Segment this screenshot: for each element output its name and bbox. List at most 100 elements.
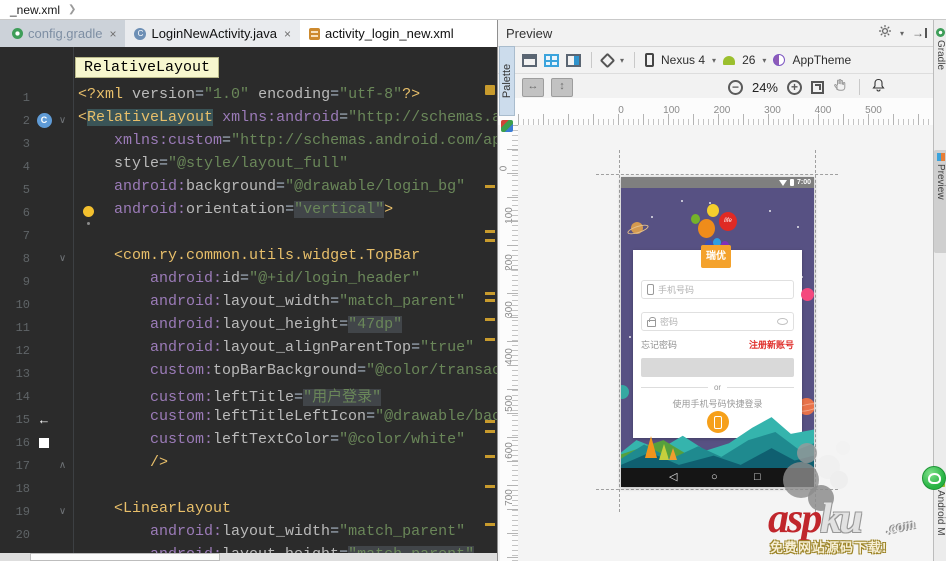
resize-width-button[interactable]: ↔ bbox=[522, 77, 544, 97]
lint-mark bbox=[485, 523, 495, 526]
or-divider: or bbox=[641, 383, 794, 392]
ruler-label: 400 bbox=[503, 348, 515, 365]
gutter-row: 9 bbox=[0, 270, 73, 293]
balloon-red: life bbox=[719, 212, 737, 231]
code-line[interactable]: <?xml version="1.0" encoding="utf-8"?> bbox=[75, 86, 497, 109]
code-line[interactable]: android:background="@drawable/login_bg" bbox=[75, 178, 497, 201]
tool-tab-gradle[interactable]: Gradle bbox=[934, 25, 946, 116]
code-line[interactable]: android:layout_height="47dp" bbox=[75, 316, 497, 339]
star-dot bbox=[681, 200, 683, 202]
code-line[interactable] bbox=[75, 224, 497, 247]
code-line[interactable]: android:id="@+id/login_header" bbox=[75, 270, 497, 293]
drawable-preview-icon[interactable]: ← bbox=[38, 412, 51, 427]
tab-activity-login-xml[interactable]: activity_login_new.xml bbox=[299, 20, 497, 47]
editor-hscrollbar[interactable] bbox=[0, 553, 497, 561]
zoom-out-button[interactable]: − bbox=[727, 79, 743, 95]
resize-height-button[interactable]: ↕ bbox=[551, 77, 573, 97]
ruler-label: 200 bbox=[503, 254, 515, 271]
device-selector[interactable]: Nexus 4 bbox=[661, 53, 705, 67]
gutter-row: 19 ∨ bbox=[0, 500, 73, 523]
code-line[interactable]: android:layout_alignParentTop="true" bbox=[75, 339, 497, 362]
fold-down-icon[interactable]: ∨ bbox=[55, 253, 70, 264]
ruler-label: 0 bbox=[618, 105, 624, 116]
api-selector[interactable]: 26 bbox=[742, 53, 755, 67]
close-icon[interactable]: × bbox=[109, 27, 116, 41]
code-line[interactable]: style="@style/layout_full" bbox=[75, 155, 497, 178]
star-dot bbox=[651, 216, 653, 218]
code-line[interactable]: android:layout_height="match_parent" bbox=[75, 546, 497, 553]
notifications-bell-icon[interactable] bbox=[872, 78, 885, 97]
tab-config-gradle[interactable]: config.gradle × bbox=[3, 20, 125, 47]
code-line[interactable]: custom:leftTitle="用户登录" bbox=[75, 385, 497, 408]
gear-icon[interactable] bbox=[878, 24, 892, 43]
zoom-fit-icon[interactable] bbox=[811, 80, 824, 94]
gutter-row: 11 bbox=[0, 316, 73, 339]
gutter-row: 5 bbox=[0, 178, 73, 201]
palette-icon[interactable] bbox=[501, 120, 513, 132]
hscrollbar-thumb[interactable] bbox=[30, 553, 220, 561]
chevron-down-icon[interactable]: ▾ bbox=[900, 29, 904, 38]
code-line[interactable]: <LinearLayout bbox=[75, 500, 497, 523]
color-preview-icon[interactable] bbox=[39, 437, 49, 448]
login-screen[interactable]: life 瑞优 手机号码 密码 忘记密码 注册新账号 or 使用手机号码快捷登录 bbox=[621, 188, 814, 468]
code-line[interactable]: <com.ry.common.utils.widget.TopBar bbox=[75, 247, 497, 270]
chevron-down-icon[interactable]: ▾ bbox=[712, 56, 716, 65]
blueprint-mode-icon[interactable] bbox=[544, 53, 559, 67]
code-line[interactable]: custom:leftTitleLeftIcon="@drawable/back… bbox=[75, 408, 497, 431]
code-area[interactable]: <?xml version="1.0" encoding="utf-8"?> <R… bbox=[75, 47, 497, 553]
code-line[interactable] bbox=[75, 477, 497, 500]
java-class-icon: C bbox=[134, 27, 147, 40]
tool-tab-preview[interactable]: Preview bbox=[934, 150, 946, 253]
device-statusbar: 7:00 bbox=[621, 177, 814, 188]
nav-recents-icon[interactable]: □ bbox=[754, 468, 761, 487]
preview-password-input[interactable]: 密码 bbox=[641, 312, 794, 331]
chevron-down-icon[interactable]: ▾ bbox=[620, 56, 624, 65]
tool-tab-label: Gradle bbox=[935, 40, 946, 71]
both-modes-icon[interactable] bbox=[566, 53, 581, 67]
chevron-down-icon[interactable]: ▾ bbox=[762, 56, 766, 65]
code-line[interactable]: android:layout_width="match_parent" bbox=[75, 293, 497, 316]
line-number: 1 bbox=[22, 90, 30, 105]
device-preview[interactable]: 7:00 life 瑞优 手机号码 密码 忘记密码 注册新账号 or 使用手机号… bbox=[621, 177, 814, 487]
fold-down-icon[interactable]: ∨ bbox=[55, 506, 70, 517]
code-line[interactable]: custom:leftTextColor="@color/white" bbox=[75, 431, 497, 454]
palette-tab[interactable]: Palette bbox=[499, 46, 515, 116]
tab-login-activity[interactable]: C LoginNewActivity.java × bbox=[125, 20, 300, 47]
chat-service-badge[interactable] bbox=[922, 466, 946, 490]
code-line[interactable]: custom:topBarBackground="@color/transact… bbox=[75, 362, 497, 385]
ruler-label: 600 bbox=[503, 442, 515, 459]
login-button-disabled[interactable] bbox=[641, 358, 794, 377]
lint-mark bbox=[485, 318, 495, 321]
code-line[interactable]: android:orientation="vertical"> bbox=[75, 201, 497, 224]
fold-down-icon[interactable]: ∨ bbox=[55, 115, 70, 126]
ruler-label: 400 bbox=[814, 105, 832, 116]
code-line[interactable]: android:layout_width="match_parent" bbox=[75, 523, 497, 546]
inspection-indicator[interactable] bbox=[485, 85, 495, 95]
code-line[interactable]: /> bbox=[75, 454, 497, 477]
theme-selector[interactable]: AppTheme bbox=[792, 53, 851, 67]
close-icon[interactable]: × bbox=[284, 27, 291, 41]
register-link[interactable]: 注册新账号 bbox=[749, 338, 794, 351]
orientation-icon[interactable] bbox=[599, 52, 616, 68]
design-canvas[interactable]: 0 100 200 300 400 500 0 100 200 300 400 500 600 700 … bbox=[498, 98, 933, 561]
fold-up-icon[interactable]: ∧ bbox=[55, 460, 70, 471]
preview-phone-input[interactable]: 手机号码 bbox=[641, 280, 794, 299]
ruler-label: 0 bbox=[498, 165, 510, 172]
breadcrumb-file[interactable]: _new.xml bbox=[10, 3, 60, 17]
nav-home-icon[interactable]: ○ bbox=[711, 468, 718, 487]
class-gutter-icon[interactable]: C bbox=[36, 113, 52, 128]
forgot-password-link[interactable]: 忘记密码 bbox=[641, 338, 677, 351]
code-line[interactable]: <RelativeLayout xmlns:android="http://sc… bbox=[75, 109, 497, 132]
code-editor[interactable]: 12C∨345678∨9101112131415←1617∧1819∨2021 … bbox=[0, 47, 497, 553]
nav-back-icon[interactable]: ◁ bbox=[669, 468, 677, 487]
gradle-icon bbox=[936, 28, 945, 37]
hide-panel-icon[interactable]: → bbox=[912, 27, 927, 39]
zoom-in-button[interactable]: + bbox=[787, 79, 802, 95]
intention-bulb-icon[interactable] bbox=[83, 206, 94, 217]
design-mode-icon[interactable] bbox=[522, 53, 537, 67]
status-time: 7:00 bbox=[796, 179, 811, 186]
code-line[interactable]: xmlns:custom="http://schemas.android.com… bbox=[75, 132, 497, 155]
show-password-eye-icon[interactable] bbox=[777, 318, 788, 325]
pan-hand-icon[interactable] bbox=[833, 78, 847, 97]
lint-mark bbox=[485, 455, 495, 458]
